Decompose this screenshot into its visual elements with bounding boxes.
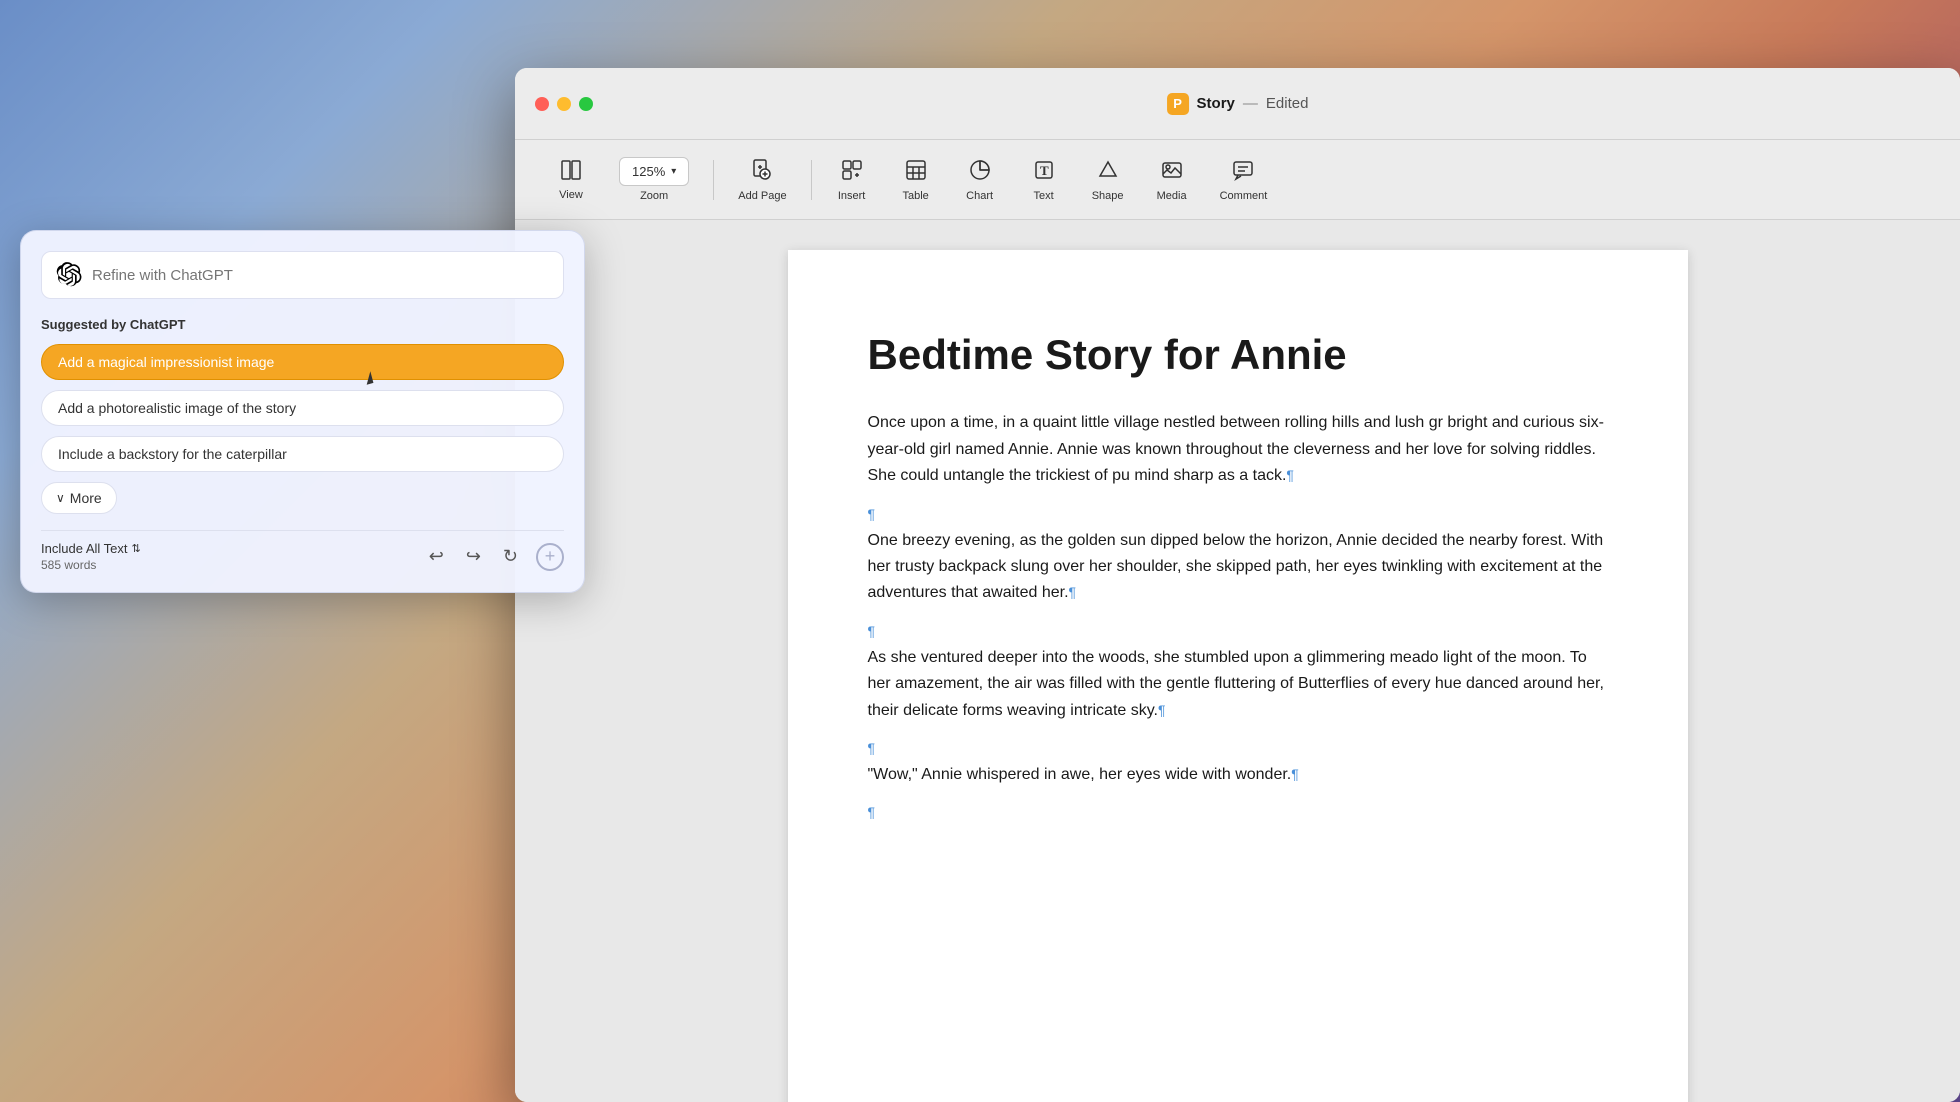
media-icon [1160,158,1184,186]
suggestion-magical-image[interactable]: Add a magical impressionist image [41,344,564,380]
toolbar-divider-1 [713,160,714,200]
document-title: Story [1197,95,1235,112]
chart-icon [968,158,992,186]
redo-button[interactable]: ↪ [462,542,485,571]
view-label: View [559,189,583,201]
shape-icon [1096,158,1120,186]
title-bar-center: P Story — Edited [1167,93,1309,115]
paragraph-1: Once upon a time, in a quaint little vil… [868,410,1608,489]
suggestion-backstory-caterpillar[interactable]: Include a backstory for the caterpillar [41,436,564,472]
include-all-text-button[interactable]: Include All Text ⇅ [41,541,141,556]
toolbar-text[interactable]: T Text [1012,150,1076,210]
suggestion-photorealistic[interactable]: Add a photorealistic image of the story [41,390,564,426]
chart-label: Chart [966,190,993,202]
word-count: 585 words [41,558,141,572]
toolbar-table[interactable]: Table [884,150,948,210]
shape-label: Shape [1092,190,1124,202]
toolbar-divider-2 [811,160,812,200]
zoom-chevron-icon: ▾ [671,166,676,177]
toolbar-comment[interactable]: Comment [1204,150,1284,210]
pilcrow-2: ¶ [1069,584,1077,600]
toolbar-shape[interactable]: Shape [1076,150,1140,210]
pilcrow-sep-2: ¶ [868,623,1608,639]
pilcrow-1: ¶ [1286,467,1294,483]
refresh-button[interactable]: ↻ [499,542,522,571]
toolbar-view[interactable]: View [539,151,603,209]
text-label: Text [1034,190,1054,202]
comment-icon [1231,158,1255,186]
toolbar-zoom[interactable]: 125% ▾ Zoom [603,149,705,210]
paragraph-4: "Wow," Annie whispered in awe, her eyes … [868,762,1608,788]
minimize-button[interactable] [557,97,571,111]
pilcrow-3: ¶ [1158,702,1166,718]
window-controls [535,97,593,111]
title-bar: P Story — Edited [515,68,1960,140]
svg-text:T: T [1040,163,1049,178]
title-separator: — [1243,95,1258,112]
document-heading: Bedtime Story for Annie [868,330,1608,380]
document-area: Bedtime Story for Annie Once upon a time… [515,220,1960,1102]
panel-footer: Include All Text ⇅ 585 words ↩ ↪ ↻ + [41,530,564,572]
pilcrow-sep-3: ¶ [868,740,1608,756]
include-text-arrows-icon: ⇅ [131,542,140,555]
paragraph-2: One breezy evening, as the golden sun di… [868,528,1608,607]
insert-label: Insert [838,190,866,202]
text-icon: T [1032,158,1056,186]
include-all-text-label: Include All Text [41,541,127,556]
media-label: Media [1157,190,1187,202]
pilcrow-sep-1: ¶ [868,506,1608,522]
insert-icon [840,158,864,186]
toolbar: View 125% ▾ Zoom Add P [515,140,1960,220]
chatgpt-input-wrap[interactable] [41,251,564,299]
pilcrow-sep-4: ¶ [868,804,1608,820]
chatgpt-input-field[interactable] [92,267,549,284]
chevron-down-icon: ∨ [56,491,65,505]
table-icon [904,158,928,186]
toolbar-add-page[interactable]: Add Page [722,150,802,210]
toolbar-chart[interactable]: Chart [948,150,1012,210]
chatgpt-panel: Suggested by ChatGPT Add a magical impre… [20,230,585,593]
page: Bedtime Story for Annie Once upon a time… [788,250,1688,1102]
suggested-label: Suggested by ChatGPT [41,317,564,332]
add-page-label: Add Page [738,190,786,202]
add-button[interactable]: + [536,543,564,571]
chatgpt-logo-icon [56,262,82,288]
undo-button[interactable]: ↩ [425,542,448,571]
add-page-icon [750,158,774,186]
pilcrow-4: ¶ [1291,766,1299,782]
toolbar-media[interactable]: Media [1140,150,1204,210]
pages-window: P Story — Edited View 125% ▾ Zoom [515,68,1960,1102]
footer-actions: ↩ ↪ ↻ + [425,542,564,571]
table-label: Table [902,190,928,202]
toolbar-insert[interactable]: Insert [820,150,884,210]
close-button[interactable] [535,97,549,111]
edited-label: Edited [1266,95,1309,112]
maximize-button[interactable] [579,97,593,111]
paragraph-3: As she ventured deeper into the woods, s… [868,645,1608,724]
zoom-control[interactable]: 125% ▾ [619,157,689,186]
app-icon: P [1167,93,1189,115]
more-suggestions-button[interactable]: ∨ More [41,482,117,514]
zoom-label: Zoom [640,190,668,202]
view-icon [560,159,582,185]
include-text-section: Include All Text ⇅ 585 words [41,541,141,572]
comment-label: Comment [1220,190,1268,202]
zoom-value: 125% [632,164,665,179]
